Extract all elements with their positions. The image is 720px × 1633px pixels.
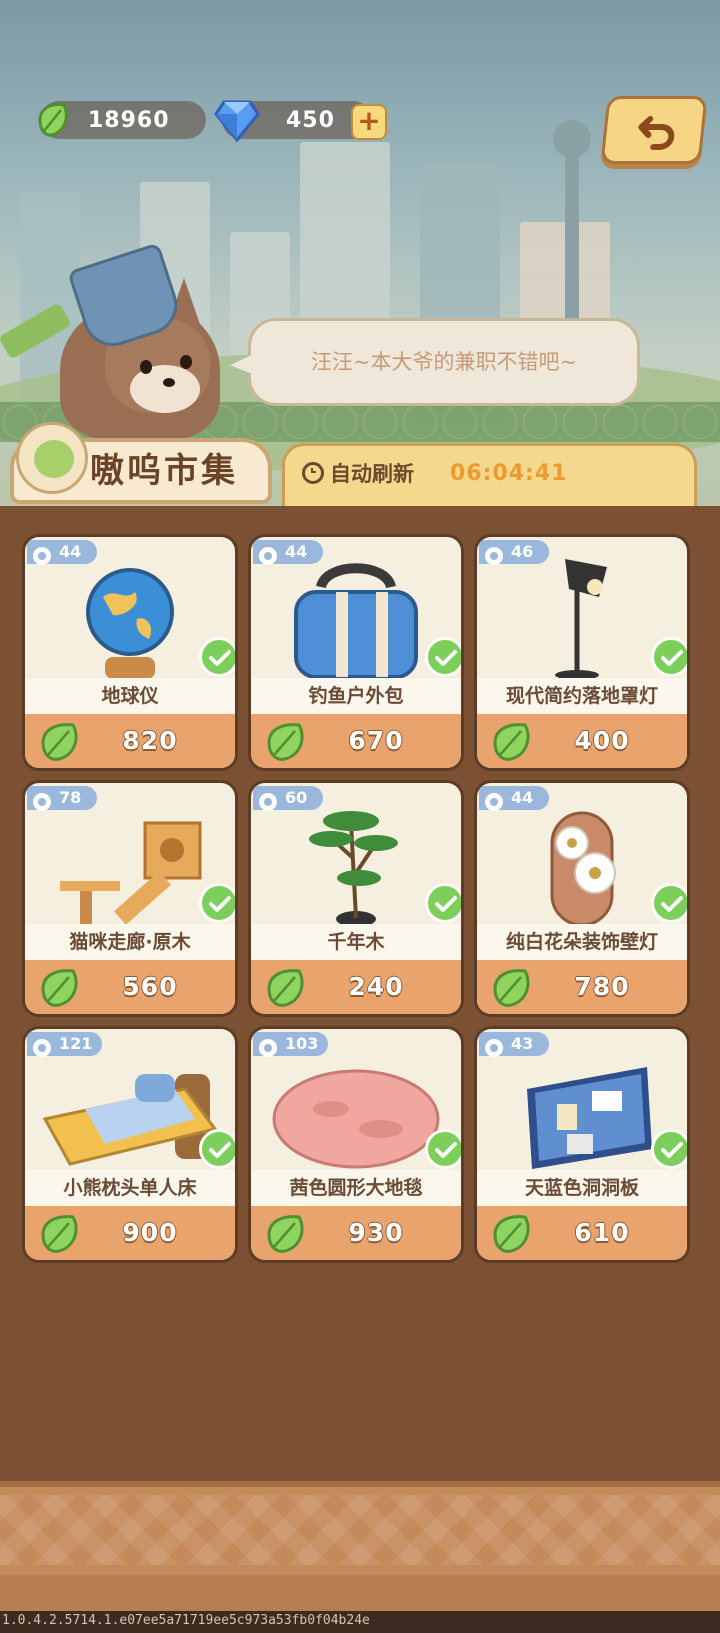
item-price: 820 — [122, 726, 178, 755]
shop-item-card[interactable]: 121 小熊枕头单人床 900 — [25, 1029, 235, 1260]
level-badge: 103 — [253, 1032, 329, 1059]
level-badge: 78 — [27, 786, 97, 813]
clock-icon — [302, 462, 324, 484]
level-badge: 43 — [479, 1032, 549, 1059]
back-button[interactable] — [600, 96, 708, 164]
item-name: 千年木 — [327, 931, 385, 953]
leaf-price-icon — [39, 967, 85, 1009]
owned-check-icon — [651, 637, 687, 677]
level-value: 103 — [285, 1034, 319, 1053]
item-price: 780 — [574, 972, 630, 1001]
version-string: 1.0.4.2.5714.1.e07ee5a71719ee5c973a53fb0… — [2, 1613, 370, 1628]
footer-strip — [0, 1575, 720, 1611]
item-name: 小熊枕头单人床 — [63, 1177, 197, 1199]
tv-tower — [565, 132, 579, 332]
shop-title: 嗷呜市集 — [90, 451, 238, 491]
flower-level-icon — [483, 1037, 505, 1059]
level-badge: 44 — [27, 540, 97, 567]
item-name: 钓鱼户外包 — [308, 685, 404, 707]
level-value: 60 — [285, 788, 308, 807]
leaf-amount: 18960 — [88, 108, 170, 133]
speech-text: 汪汪~本大爷的兼职不错吧~ — [310, 350, 578, 374]
owned-check-icon — [425, 1129, 461, 1169]
item-name: 猫咪走廊·原木 — [69, 931, 191, 953]
owned-check-icon — [651, 1129, 687, 1169]
level-value: 44 — [59, 542, 82, 561]
shop-item-card[interactable]: 43 天蓝色洞洞板 610 — [477, 1029, 687, 1260]
gem-icon — [214, 100, 260, 142]
owned-check-icon — [199, 883, 235, 923]
shop-item-card[interactable]: 44 地球仪 820 — [25, 537, 235, 768]
owned-check-icon — [651, 883, 687, 923]
level-value: 46 — [511, 542, 534, 561]
owned-check-icon — [425, 883, 461, 923]
footer-pattern — [0, 1495, 720, 1565]
owned-check-icon — [199, 1129, 235, 1169]
clover-icon — [34, 440, 74, 478]
leaf-currency-icon — [38, 103, 68, 137]
level-value: 44 — [285, 542, 308, 561]
shop-item-card[interactable]: 46 现代简约落地罩灯 400 — [477, 537, 687, 768]
leaf-price-icon — [265, 721, 311, 763]
item-name: 地球仪 — [101, 685, 159, 707]
shop-item-card[interactable]: 44 纯白花朵装饰壁灯 780 — [477, 783, 687, 1014]
level-badge: 44 — [479, 786, 549, 813]
flower-level-icon — [257, 791, 279, 813]
leaf-price-icon — [265, 967, 311, 1009]
gem-amount: 450 — [286, 108, 335, 133]
item-price: 670 — [348, 726, 404, 755]
leaf-price-icon — [491, 967, 537, 1009]
level-badge: 60 — [253, 786, 323, 813]
add-gems-button[interactable]: + — [351, 104, 387, 140]
shop-item-card[interactable]: 103 茜色圆形大地毯 930 — [251, 1029, 461, 1260]
dog-muzzle — [130, 365, 200, 413]
flower-level-icon — [31, 545, 53, 567]
dog-eye — [180, 355, 192, 369]
owned-check-icon — [425, 637, 461, 677]
leaf-price-icon — [491, 1213, 537, 1255]
item-price: 610 — [574, 1218, 630, 1247]
flower-level-icon — [257, 545, 279, 567]
level-badge: 46 — [479, 540, 549, 567]
leaf-price-icon — [39, 721, 85, 763]
auto-refresh-label: 自动刷新 — [330, 462, 414, 486]
flower-level-icon — [31, 1037, 53, 1059]
shop-item-card[interactable]: 60 千年木 240 — [251, 783, 461, 1014]
item-price: 240 — [348, 972, 404, 1001]
flower-level-icon — [31, 791, 53, 813]
shop-item-card[interactable]: 78 猫咪走廊·原木 560 — [25, 783, 235, 1014]
item-price: 930 — [348, 1218, 404, 1247]
item-price: 900 — [122, 1218, 178, 1247]
item-name: 天蓝色洞洞板 — [524, 1177, 639, 1199]
level-badge: 121 — [27, 1032, 103, 1059]
flower-level-icon — [483, 791, 505, 813]
shop-item-card[interactable]: 44 钓鱼户外包 670 — [251, 537, 461, 768]
item-name: 茜色圆形大地毯 — [289, 1177, 423, 1199]
item-name: 现代简约落地罩灯 — [505, 685, 658, 707]
leaf-price-icon — [265, 1213, 311, 1255]
tv-tower-top — [553, 120, 591, 158]
item-name: 纯白花朵装饰壁灯 — [505, 931, 658, 953]
level-value: 44 — [511, 788, 534, 807]
level-value: 43 — [511, 1034, 534, 1053]
refresh-countdown: 06:04:41 — [450, 461, 568, 486]
item-price: 400 — [574, 726, 630, 755]
leaf-price-icon — [39, 1213, 85, 1255]
leaf-price-icon — [491, 721, 537, 763]
level-value: 121 — [59, 1034, 93, 1053]
owned-check-icon — [199, 637, 235, 677]
dog-eye — [140, 360, 152, 374]
flower-level-icon — [483, 545, 505, 567]
level-value: 78 — [59, 788, 82, 807]
flower-level-icon — [257, 1037, 279, 1059]
level-badge: 44 — [253, 540, 323, 567]
item-price: 560 — [122, 972, 178, 1001]
return-arrow-icon — [638, 116, 675, 150]
dog-nose — [163, 378, 175, 387]
